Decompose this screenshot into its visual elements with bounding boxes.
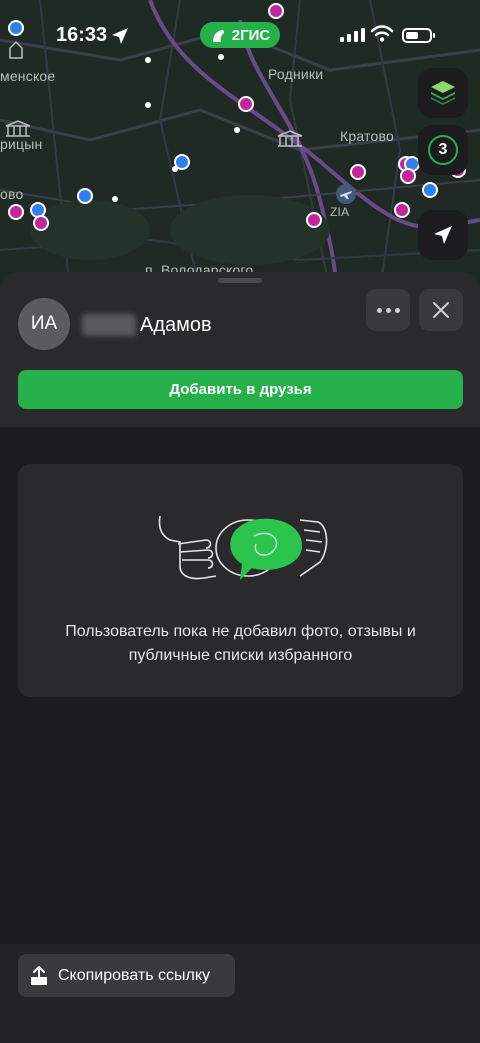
profile-sheet: ИА Адамов Добавить в друзья Пользователь… <box>0 272 480 1043</box>
more-dot-icon <box>385 307 391 313</box>
status-time: 16:33 <box>56 24 108 46</box>
map-view[interactable]: Родники Кратово ZIA менское рицын ово п.… <box>0 0 480 290</box>
map-dot <box>112 196 118 202</box>
close-button[interactable] <box>419 289 463 331</box>
map-label: рицын <box>0 136 43 152</box>
empty-state-message: Пользователь пока не добавил фото, отзыв… <box>65 623 416 664</box>
map-pin[interactable] <box>394 202 410 218</box>
more-button[interactable] <box>366 289 410 331</box>
map-dot <box>145 57 151 63</box>
layers-icon <box>431 81 455 105</box>
profile-name: Адамов <box>140 314 212 336</box>
landmark-icon <box>5 120 31 137</box>
wifi-icon <box>370 25 394 42</box>
more-dot-icon <box>376 307 382 313</box>
map-pin[interactable] <box>422 182 438 198</box>
profile-header: ИА Адамов Добавить в друзья <box>0 272 480 427</box>
share-icon <box>31 965 47 985</box>
copy-link-button[interactable]: Скопировать ссылку <box>18 954 235 997</box>
empty-state-card: Пользователь пока не добавил фото, отзыв… <box>18 464 463 697</box>
app-return-pill[interactable]: 2ГИС <box>200 22 280 48</box>
my-location-button[interactable] <box>418 210 468 260</box>
map-counter-button[interactable]: 3 <box>418 125 468 175</box>
navigation-arrow-icon <box>434 226 452 244</box>
map-pin[interactable] <box>400 168 416 184</box>
sheet-grabber[interactable] <box>218 278 262 283</box>
airport-icon <box>336 184 356 204</box>
map-pin[interactable] <box>306 212 322 228</box>
map-label: ово <box>0 186 24 202</box>
map-dot <box>234 127 240 133</box>
cellular-signal-icon <box>340 28 365 42</box>
map-pin[interactable] <box>33 215 49 231</box>
location-services-icon <box>112 28 128 44</box>
close-icon <box>433 302 449 318</box>
map-dot <box>218 54 224 60</box>
status-bar: 16:33 2ГИС <box>0 18 480 54</box>
app-pill-label: 2ГИС <box>231 26 271 44</box>
map-dot <box>145 102 151 108</box>
sheet-footer: Скопировать ссылку <box>0 944 480 1043</box>
map-label: Родники <box>268 66 324 82</box>
map-pin[interactable] <box>8 204 24 220</box>
thumbs-up-chat-illustration <box>158 515 328 580</box>
map-label: Кратово <box>340 128 394 144</box>
first-name-redacted <box>82 314 136 336</box>
map-dot <box>172 166 178 172</box>
map-pin[interactable] <box>350 164 366 180</box>
counter-badge: 3 <box>428 135 458 165</box>
add-friend-button[interactable]: Добавить в друзья <box>18 370 463 409</box>
map-pin[interactable] <box>238 96 254 112</box>
more-dot-icon <box>394 307 400 313</box>
map-layers-button[interactable] <box>418 68 468 118</box>
avatar: ИА <box>18 298 70 350</box>
map-label: ZIA <box>330 205 350 219</box>
battery-icon <box>402 28 435 43</box>
map-pin[interactable] <box>77 188 93 204</box>
landmark-icon <box>277 130 303 147</box>
avatar-initials: ИА <box>30 313 58 334</box>
map-pin[interactable] <box>268 3 284 19</box>
copy-link-label: Скопировать ссылку <box>58 966 211 984</box>
app-logo-icon <box>212 30 224 42</box>
map-label: менское <box>0 68 56 84</box>
